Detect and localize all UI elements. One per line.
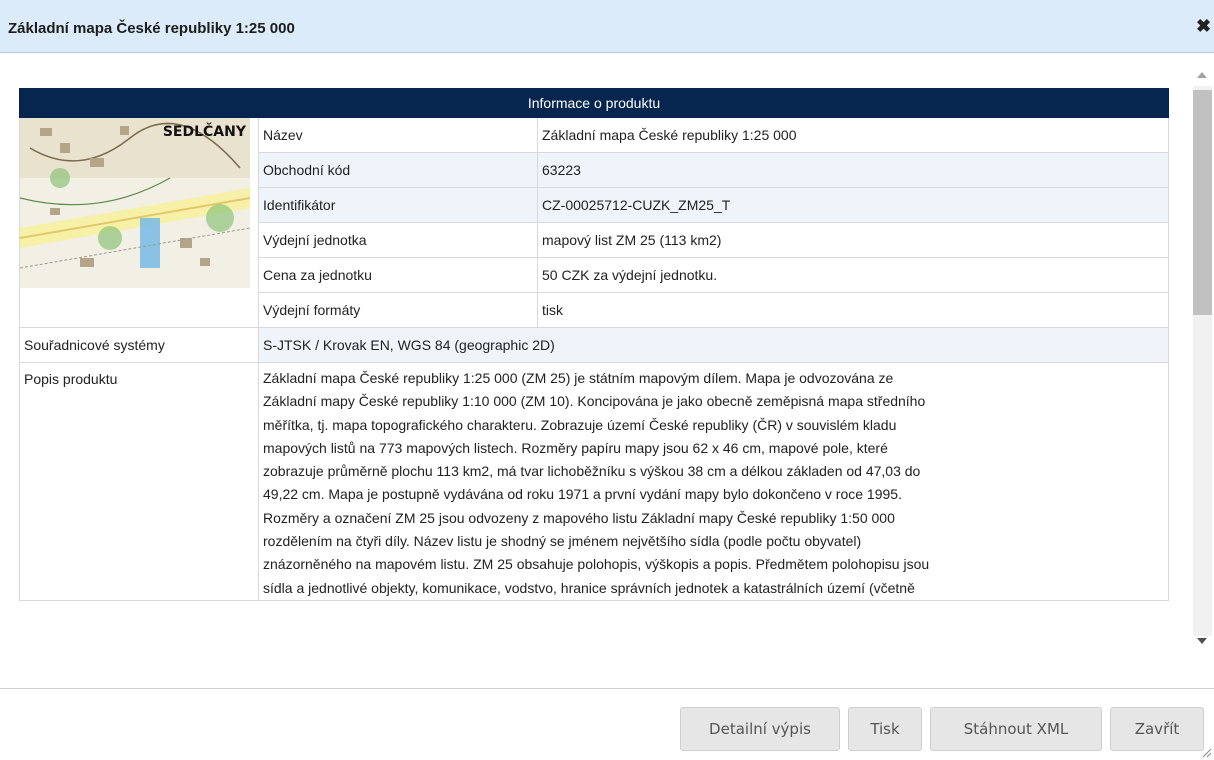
- resize-grip-icon[interactable]: [1202, 748, 1212, 758]
- row-value-identifier: CZ-00025712-CUZK_ZM25_T: [537, 187, 1169, 223]
- description-line: měřítka, tj. mapa topografického charakt…: [263, 416, 897, 433]
- row-key-description: Popis produktu: [19, 362, 259, 601]
- description-line: Rozměry a označení ZM 25 jsou odvozeny z…: [263, 509, 895, 526]
- row-value-name: Základní mapa České republiky 1:25 000: [537, 117, 1169, 153]
- description-line: 49,22 cm. Mapa je postupně vydávána od r…: [263, 486, 902, 503]
- dialog-title: Základní mapa České republiky 1:25 000: [8, 20, 295, 37]
- row-value-code: 63223: [537, 152, 1169, 188]
- row-value-formats: tisk: [537, 292, 1169, 328]
- detail-button[interactable]: Detailní výpis: [680, 707, 840, 751]
- download-xml-button[interactable]: Stáhnout XML: [930, 707, 1102, 751]
- scrollbar-thumb[interactable]: [1193, 90, 1212, 315]
- close-button[interactable]: Zavřít: [1110, 707, 1204, 751]
- row-key-coord-systems: Souřadnicové systémy: [19, 327, 259, 363]
- row-key-name: Název: [258, 117, 538, 153]
- row-key-unit: Výdejní jednotka: [258, 222, 538, 258]
- footer-divider: [0, 688, 1214, 689]
- row-value-price: 50 CZK za výdejní jednotku.: [537, 257, 1169, 293]
- scroll-up-arrow-icon[interactable]: [1197, 72, 1207, 78]
- row-key-price: Cena za jednotku: [258, 257, 538, 293]
- dialog-content[interactable]: Informace o produktu SEDLČANY Název Zákl…: [0, 54, 1214, 654]
- map-thumbnail-cell: SEDLČANY: [19, 117, 259, 328]
- row-key-identifier: Identifikátor: [258, 187, 538, 223]
- map-thumbnail-image: SEDLČANY: [20, 118, 250, 288]
- scroll-down-arrow-icon[interactable]: [1197, 638, 1207, 644]
- description-line: znázorněného na mapovém listu. ZM 25 obs…: [263, 556, 930, 573]
- row-value-unit: mapový list ZM 25 (113 km2): [537, 222, 1169, 258]
- vertical-scrollbar[interactable]: [1184, 66, 1214, 656]
- map-place-name: SEDLČANY: [162, 124, 246, 140]
- row-key-formats: Výdejní formáty: [258, 292, 538, 328]
- description-line: sídla a jednotlivé objekty, komunikace, …: [263, 579, 915, 596]
- row-key-code: Obchodní kód: [258, 152, 538, 188]
- close-icon[interactable]: ✖: [1196, 17, 1212, 35]
- description-line: zobrazuje průměrně plochu 113 km2, má tv…: [263, 463, 921, 480]
- row-value-description: Základní mapa České republiky 1:25 000 (…: [258, 362, 1169, 601]
- description-line: mapových listů na 773 mapových listech. …: [263, 439, 888, 456]
- description-line: rozdělením na čtyři díly. Název listu je…: [263, 533, 862, 550]
- description-line: Základní mapa České republiky 1:25 000 (…: [263, 370, 894, 386]
- table-header: Informace o produktu: [19, 88, 1169, 118]
- print-button[interactable]: Tisk: [848, 707, 922, 751]
- dialog-titlebar: Základní mapa České republiky 1:25 000 ✖: [0, 0, 1214, 53]
- product-info-table: Informace o produktu SEDLČANY Název Zákl…: [19, 88, 1169, 601]
- row-value-coord-systems: S-JTSK / Krovak EN, WGS 84 (geographic 2…: [258, 327, 1169, 363]
- description-line: Základní mapy České republiky 1:10 000 (…: [263, 393, 926, 410]
